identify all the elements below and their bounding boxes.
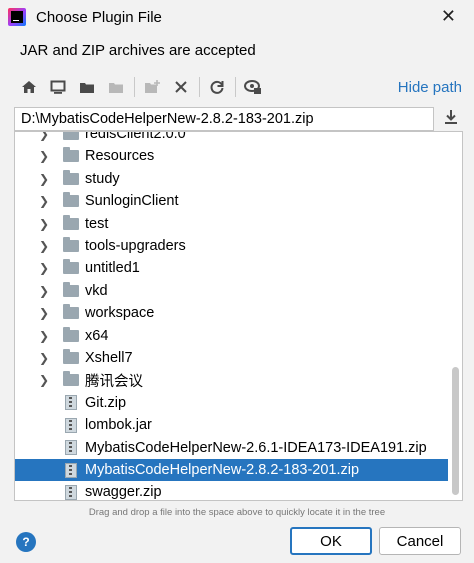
- home-icon[interactable]: [18, 76, 40, 98]
- chevron-right-icon[interactable]: ❯: [39, 132, 49, 141]
- archive-file-icon: [65, 484, 77, 500]
- desktop-icon[interactable]: [47, 76, 69, 98]
- folder-icon: [63, 259, 79, 275]
- folder-icon: [63, 326, 79, 342]
- folder-icon: [63, 237, 79, 252]
- tree-folder-row[interactable]: ❯ tools-upgraders: [15, 235, 448, 257]
- tree-item-label: MybatisCodeHelperNew-2.6.1-IDEA173-IDEA1…: [85, 439, 427, 456]
- tree-folder-row[interactable]: ❯ study: [15, 168, 448, 190]
- folder-icon: [63, 147, 79, 163]
- chevron-right-icon[interactable]: ❯: [39, 172, 49, 186]
- archive-file-icon: [65, 395, 77, 411]
- file-tree[interactable]: swagger.zip MybatisCodeHelperNew-2.8.2-18…: [14, 131, 463, 501]
- tree-folder-row[interactable]: ❯ x64: [15, 325, 448, 347]
- toolbar-separator: [199, 77, 200, 97]
- archive-file-icon: [65, 417, 77, 433]
- title-bar: Choose Plugin File ✕: [0, 0, 474, 34]
- project-folder-icon[interactable]: [76, 76, 98, 98]
- folder-icon: [63, 214, 79, 230]
- folder-icon: [63, 349, 79, 364]
- folder-icon: [63, 132, 79, 140]
- tree-file-row[interactable]: swagger.zip: [15, 481, 448, 501]
- tree-item-label: lombok.jar: [85, 417, 152, 434]
- chevron-right-icon[interactable]: ❯: [39, 373, 49, 387]
- folder-icon: [63, 371, 79, 387]
- chevron-right-icon[interactable]: ❯: [39, 329, 49, 343]
- tree-file-row[interactable]: Git.zip: [15, 392, 448, 414]
- tree-folder-row[interactable]: ❯ Xshell7: [15, 347, 448, 369]
- toolbar-separator: [134, 77, 135, 97]
- path-row: [0, 104, 474, 134]
- tree-item-label: study: [85, 170, 120, 187]
- tree-item-label: vkd: [85, 282, 108, 299]
- tree-folder-row[interactable]: ❯ workspace: [15, 302, 448, 324]
- tree-file-row[interactable]: MybatisCodeHelperNew-2.6.1-IDEA173-IDEA1…: [15, 437, 448, 459]
- chevron-right-icon[interactable]: ❯: [39, 149, 49, 163]
- archive-file-icon: [65, 462, 77, 478]
- tree-item-label: Git.zip: [85, 394, 127, 411]
- tree-folder-row[interactable]: ❯ untitled1: [15, 257, 448, 279]
- chevron-right-icon[interactable]: ❯: [39, 306, 49, 320]
- tree-folder-row[interactable]: ❯ redisClient2.0.0: [15, 131, 448, 145]
- hide-path-link[interactable]: Hide path: [398, 79, 462, 96]
- folder-icon: [63, 169, 79, 185]
- folder-icon: [63, 281, 79, 297]
- tree-item-label: swagger.zip: [85, 484, 162, 501]
- intellij-app-icon: [8, 8, 26, 26]
- chevron-right-icon[interactable]: ❯: [39, 239, 49, 253]
- ok-button[interactable]: OK: [290, 527, 372, 555]
- chevron-right-icon[interactable]: ❯: [39, 261, 49, 275]
- tree-item-label: untitled1: [85, 260, 140, 277]
- tree-item-label: test: [85, 215, 109, 232]
- tree-item-label: MybatisCodeHelperNew-2.8.2-183-201.zip: [85, 462, 360, 478]
- refresh-icon[interactable]: [206, 76, 228, 98]
- tree-folder-row[interactable]: ❯ vkd: [15, 280, 448, 302]
- chevron-right-icon[interactable]: ❯: [39, 217, 49, 231]
- tree-file-row[interactable]: lombok.jar: [15, 414, 448, 436]
- tree-item-label: SunloginClient: [85, 193, 179, 210]
- tree-folder-row[interactable]: ❯ Resources: [15, 145, 448, 167]
- path-input[interactable]: [14, 107, 434, 131]
- chevron-right-icon[interactable]: ❯: [39, 351, 49, 365]
- tree-item-label: Resources: [85, 148, 155, 165]
- dialog-description: JAR and ZIP archives are accepted: [20, 41, 256, 59]
- tree-folder-row[interactable]: ❯ 腾讯会议: [15, 369, 448, 391]
- tree-file-row[interactable]: MybatisCodeHelperNew-2.8.2-183-201.zip: [15, 459, 448, 481]
- chevron-right-icon[interactable]: ❯: [39, 284, 49, 298]
- tree-folder-row[interactable]: ❯ SunloginClient: [15, 190, 448, 212]
- help-button[interactable]: ?: [16, 532, 36, 552]
- tree-item-label: Xshell7: [85, 350, 133, 366]
- close-icon[interactable]: ✕: [441, 6, 456, 27]
- tree-item-label: workspace: [85, 305, 155, 322]
- tree-item-label: x64: [85, 327, 109, 344]
- tree-item-label: 腾讯会议: [85, 373, 143, 390]
- tree-folder-row[interactable]: ❯ test: [15, 213, 448, 235]
- show-hidden-files-icon[interactable]: [242, 76, 264, 98]
- download-icon[interactable]: [444, 109, 458, 129]
- tree-item-label: redisClient2.0.0: [85, 131, 186, 142]
- tree-item-label: tools-upgraders: [85, 238, 186, 254]
- archive-file-icon: [65, 440, 77, 456]
- window-title: Choose Plugin File: [36, 8, 162, 26]
- delete-icon[interactable]: [170, 76, 192, 98]
- drag-drop-hint: Drag and drop a file into the space abov…: [88, 507, 386, 518]
- toolbar: Hide path: [0, 70, 474, 104]
- toolbar-separator: [235, 77, 236, 97]
- folder-icon: [63, 192, 79, 208]
- folder-icon: [63, 304, 79, 320]
- module-folder-icon[interactable]: [105, 76, 127, 98]
- tree-scrollbar[interactable]: [452, 367, 459, 495]
- chevron-right-icon[interactable]: ❯: [39, 194, 49, 208]
- new-folder-icon[interactable]: [141, 76, 163, 98]
- cancel-button[interactable]: Cancel: [379, 527, 461, 555]
